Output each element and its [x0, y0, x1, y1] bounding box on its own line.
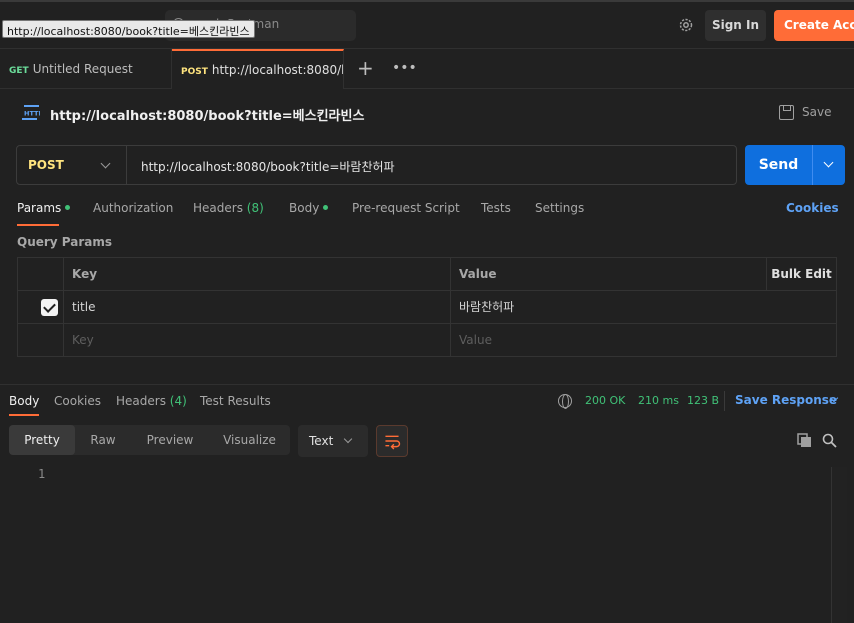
- body-indicator-dot: [323, 205, 329, 210]
- tab-active-request[interactable]: POSThttp://localhost:8080/book?title=바람찬…: [172, 49, 344, 89]
- save-response-label: Save Response: [735, 393, 838, 407]
- response-tab-underline: [9, 414, 39, 416]
- cookies-link[interactable]: Cookies: [786, 201, 839, 215]
- chevron-down-icon: [100, 158, 111, 169]
- tab-headers-label: Headers: [193, 201, 243, 215]
- new-param-key-input[interactable]: Key: [64, 324, 451, 357]
- tab-response-cookies[interactable]: Cookies: [54, 394, 101, 408]
- new-param-value-input[interactable]: Value: [451, 324, 837, 357]
- tab-params[interactable]: Params: [17, 201, 71, 215]
- save-icon[interactable]: [779, 105, 794, 120]
- headers-count: (8): [246, 201, 264, 215]
- param-checkbox[interactable]: [41, 299, 58, 316]
- format-select[interactable]: Text: [298, 425, 368, 457]
- url-tooltip: http://localhost:8080/book?title=베스킨라빈스: [2, 20, 255, 38]
- scrollbar[interactable]: [831, 467, 847, 623]
- create-account-button[interactable]: Create Account: [774, 10, 854, 41]
- status-code[interactable]: 200 OK: [585, 394, 625, 407]
- request-title: http://localhost:8080/book?title=베스킨라빈스: [50, 109, 365, 124]
- tab-label: http://localhost:8080/book?title=바람찬허파: [211, 63, 343, 77]
- response-time[interactable]: 210 ms: [638, 394, 679, 407]
- tab-response-headers-label: Headers: [116, 394, 166, 408]
- response-divider[interactable]: [0, 384, 854, 385]
- tab-method-post: POST: [181, 67, 208, 77]
- table-row: title 바람찬허파: [18, 291, 836, 324]
- chevron-down-icon: [823, 157, 834, 168]
- window-top-edge: [0, 0, 854, 2]
- wrap-lines-icon[interactable]: [376, 425, 408, 457]
- new-tab-plus-icon[interactable]: +: [357, 49, 374, 89]
- send-button[interactable]: Send: [745, 145, 845, 185]
- tab-response-headers[interactable]: Headers (4): [116, 394, 187, 408]
- request-tab-bar: GET Untitled Request POST http://localhost…: [0, 49, 854, 89]
- sign-in-button[interactable]: Sign In: [705, 10, 766, 41]
- row-checkbox-cell: [18, 291, 64, 324]
- method-select[interactable]: POST: [17, 146, 127, 184]
- tab-authorization[interactable]: Authorization: [93, 201, 173, 215]
- tab-params-label: Params: [17, 201, 62, 215]
- view-pretty[interactable]: Pretty: [9, 425, 75, 455]
- tab-test-results[interactable]: Test Results: [200, 394, 271, 408]
- view-preview[interactable]: Preview: [131, 425, 209, 455]
- param-value-input[interactable]: 바람찬허파: [451, 291, 837, 324]
- tab-response-body[interactable]: Body: [9, 394, 39, 408]
- query-params-title: Query Params: [17, 235, 113, 249]
- tab-label: Untitled Request: [32, 62, 133, 76]
- table-header-row: Key Value Bulk Edit: [18, 258, 836, 291]
- send-label[interactable]: Send: [745, 145, 812, 185]
- method-label: POST: [28, 158, 64, 172]
- svg-text:HTTP: HTTP: [24, 110, 40, 118]
- view-mode-toggle: Pretty Raw Preview Visualize: [9, 425, 290, 455]
- query-params-table: Key Value Bulk Edit title 바람찬허파 Key Valu…: [17, 257, 837, 357]
- request-section-tabs: Params Authorization Headers (8) Body Pr…: [0, 195, 854, 226]
- row-checkbox-cell: [18, 324, 64, 357]
- url-input[interactable]: http://localhost:8080/book?title=바람찬허파: [141, 158, 395, 175]
- view-raw[interactable]: Raw: [75, 425, 131, 455]
- params-indicator-dot: [65, 205, 71, 210]
- tab-pre-request-script[interactable]: Pre-request Script: [352, 201, 460, 215]
- tab-body[interactable]: Body: [289, 201, 329, 215]
- header-checkbox-cell: [18, 258, 64, 291]
- tab-untitled-request[interactable]: GET Untitled Request: [0, 49, 172, 89]
- save-response-button[interactable]: Save Response: [735, 393, 839, 407]
- chevron-down-icon: [343, 434, 353, 444]
- response-headers-count: (4): [169, 394, 187, 408]
- active-tab-underline: [17, 224, 59, 226]
- globe-icon[interactable]: [558, 394, 572, 409]
- more-options-icon[interactable]: •••: [392, 49, 417, 89]
- table-row-empty: Key Value: [18, 324, 836, 357]
- param-key-input[interactable]: title: [64, 291, 451, 324]
- bulk-edit-button[interactable]: Bulk Edit: [766, 258, 836, 291]
- http-request-icon: HTTP: [22, 105, 40, 120]
- tab-method-get: GET: [9, 66, 29, 76]
- line-number: 1: [38, 467, 46, 481]
- view-visualize[interactable]: Visualize: [209, 425, 290, 455]
- tab-tests[interactable]: Tests: [481, 201, 511, 215]
- tab-headers[interactable]: Headers (8): [193, 201, 264, 215]
- tab-body-label: Body: [289, 201, 320, 215]
- send-options-dropdown[interactable]: [812, 145, 845, 185]
- format-label: Text: [309, 434, 334, 448]
- response-size[interactable]: 123 B: [687, 394, 719, 407]
- search-icon[interactable]: [822, 433, 837, 448]
- response-tabs: Body Cookies Headers (4) Test Results: [0, 386, 854, 416]
- tab-settings[interactable]: Settings: [535, 201, 584, 215]
- copy-icon[interactable]: [797, 433, 812, 448]
- save-button[interactable]: Save: [802, 105, 831, 119]
- column-header-key: Key: [64, 258, 451, 291]
- gear-icon[interactable]: [678, 17, 694, 33]
- status-separator: [724, 391, 725, 411]
- url-bar: POST http://localhost:8080/book?title=바람…: [16, 145, 737, 185]
